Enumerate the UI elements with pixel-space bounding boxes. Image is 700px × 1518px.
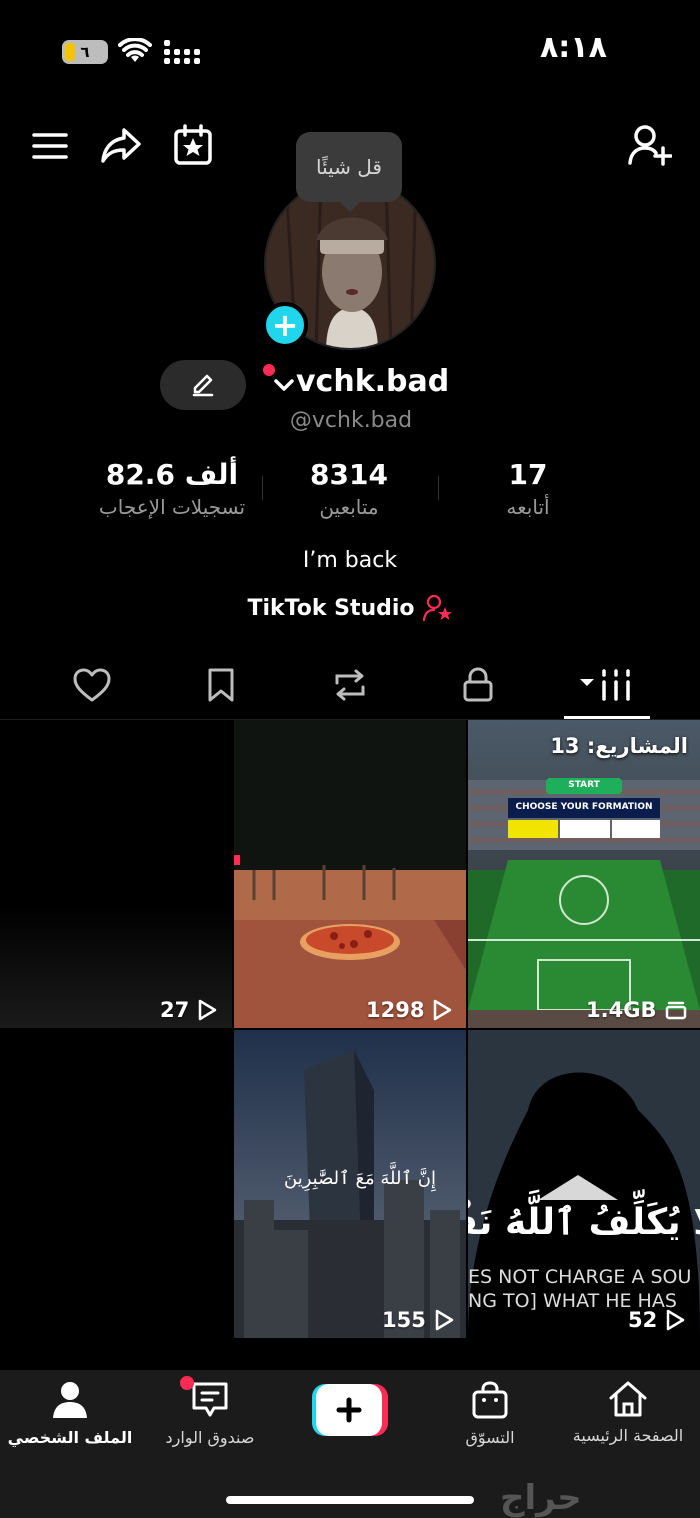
- menu-icon[interactable]: [30, 126, 70, 166]
- formation-title: CHOOSE YOUR FORMATION: [515, 802, 653, 812]
- bottom-nav: الصفحة الرئيسية التسوّق صندوق الوارد الم…: [0, 1370, 700, 1518]
- followers-label: متابعين: [319, 495, 379, 519]
- tab-saved[interactable]: [186, 650, 256, 720]
- play-icon: [198, 999, 217, 1021]
- profile-tabs: [0, 650, 700, 720]
- stat-divider: [438, 476, 439, 500]
- storage-size: 1.4GB: [586, 998, 688, 1022]
- inbox-badge: [180, 1376, 194, 1390]
- tab-private[interactable]: [443, 650, 513, 720]
- empty-tile: [0, 1030, 232, 1338]
- stat-likes[interactable]: 82.6 ألف تسجيلات الإعجاب: [72, 458, 272, 519]
- storage-icon: [666, 1001, 687, 1020]
- battery-indicator: ٦: [62, 40, 108, 64]
- say-something-tooltip[interactable]: قل شيئًا: [296, 132, 402, 212]
- formation-start-label: START: [568, 780, 600, 790]
- creator-star-icon: [422, 594, 452, 622]
- add-friend-icon[interactable]: [626, 122, 674, 168]
- view-count: 27: [160, 998, 217, 1022]
- video-tile[interactable]: 1298: [234, 720, 466, 1028]
- stat-followers[interactable]: 8314 متابعين: [284, 458, 414, 519]
- inbox-icon: [192, 1382, 228, 1417]
- nav-shop[interactable]: التسوّق: [420, 1380, 560, 1447]
- play-icon: [666, 1309, 685, 1331]
- heart-icon: [73, 668, 111, 702]
- following-label: أتابعه: [506, 495, 550, 519]
- nav-shop-label: التسوّق: [465, 1428, 515, 1447]
- user-handle: @vchk.bad: [289, 408, 413, 433]
- edit-profile-button[interactable]: [160, 360, 246, 410]
- profile-icon: [53, 1382, 87, 1418]
- nav-home-label: الصفحة الرئيسية: [572, 1426, 684, 1445]
- likes-count: 82.6 ألف: [105, 458, 239, 491]
- video-tile[interactable]: لَا يُكَلِّفُ ٱللَّهُ نَفْسًا إِلَّا ES …: [468, 1030, 700, 1338]
- nav-profile-label: الملف الشخصي: [7, 1428, 133, 1447]
- nav-profile[interactable]: الملف الشخصي: [0, 1380, 140, 1447]
- notification-dot: [263, 364, 275, 376]
- add-story-button[interactable]: +: [262, 302, 308, 348]
- repost-icon: [335, 669, 365, 701]
- home-icon: [609, 1381, 647, 1417]
- view-count-label: 1298: [366, 998, 425, 1022]
- tab-liked[interactable]: [57, 650, 127, 720]
- share-icon[interactable]: [98, 122, 144, 168]
- home-indicator[interactable]: [226, 1496, 474, 1504]
- username[interactable]: vchk.bad: [296, 364, 449, 399]
- nav-inbox[interactable]: صندوق الوارد: [140, 1380, 280, 1447]
- view-count: 1298: [366, 998, 452, 1022]
- bio-text: I’m back: [302, 548, 398, 573]
- wifi-icon: [118, 37, 152, 68]
- tab-videos[interactable]: [572, 650, 642, 720]
- chevron-down-icon[interactable]: [274, 378, 294, 397]
- videos-grid-icon: [580, 669, 630, 701]
- video-tile[interactable]: إِنَّ ٱللَّهَ مَعَ ٱلصَّٰبِرِينَ 155: [234, 1030, 466, 1338]
- signal-icon: [164, 40, 200, 68]
- video-tile[interactable]: 27: [0, 720, 232, 1028]
- view-count-label: 155: [382, 1308, 426, 1332]
- play-icon: [435, 1309, 454, 1331]
- tiktok-studio-label: TikTok Studio: [247, 595, 415, 621]
- view-count-label: 27: [160, 998, 190, 1022]
- nav-inbox-label: صندوق الوارد: [165, 1428, 255, 1447]
- verse-small: إِنَّ ٱللَّهَ مَعَ ٱلصَّٰبِرِينَ: [284, 1168, 436, 1189]
- verse-large: لَا يُكَلِّفُ ٱللَّهُ نَفْسًا إِلَّا: [468, 1202, 700, 1243]
- pencil-icon: [192, 374, 214, 397]
- view-count: 155: [382, 1308, 454, 1332]
- drafts-count: المشاريع: 13: [550, 734, 688, 758]
- create-button[interactable]: [312, 1384, 388, 1436]
- lock-icon: [463, 667, 493, 702]
- nav-home[interactable]: الصفحة الرئيسية: [558, 1380, 698, 1445]
- storage-label: 1.4GB: [586, 998, 657, 1022]
- view-count: 52: [628, 1308, 685, 1332]
- watermark: حراج: [500, 1478, 582, 1518]
- following-count: 17: [508, 458, 548, 491]
- tab-reposts[interactable]: [315, 650, 385, 720]
- calendar-star-icon[interactable]: [170, 122, 216, 168]
- likes-label: تسجيلات الإعجاب: [98, 495, 246, 519]
- drafts-tile[interactable]: START CHOOSE YOUR FORMATION المشاريع: 13…: [468, 720, 700, 1028]
- bookmark-icon: [208, 668, 234, 702]
- shopping-bag-icon: [472, 1381, 508, 1419]
- play-icon: [434, 999, 452, 1021]
- tiktok-studio-link[interactable]: TikTok Studio: [0, 594, 700, 622]
- view-count-label: 52: [628, 1308, 658, 1332]
- stat-following[interactable]: 17 أتابعه: [468, 458, 588, 519]
- status-time: ٨:١٨: [540, 30, 607, 65]
- verse-translation-1: ES NOT CHARGE A SOU: [468, 1266, 692, 1288]
- followers-count: 8314: [310, 458, 388, 491]
